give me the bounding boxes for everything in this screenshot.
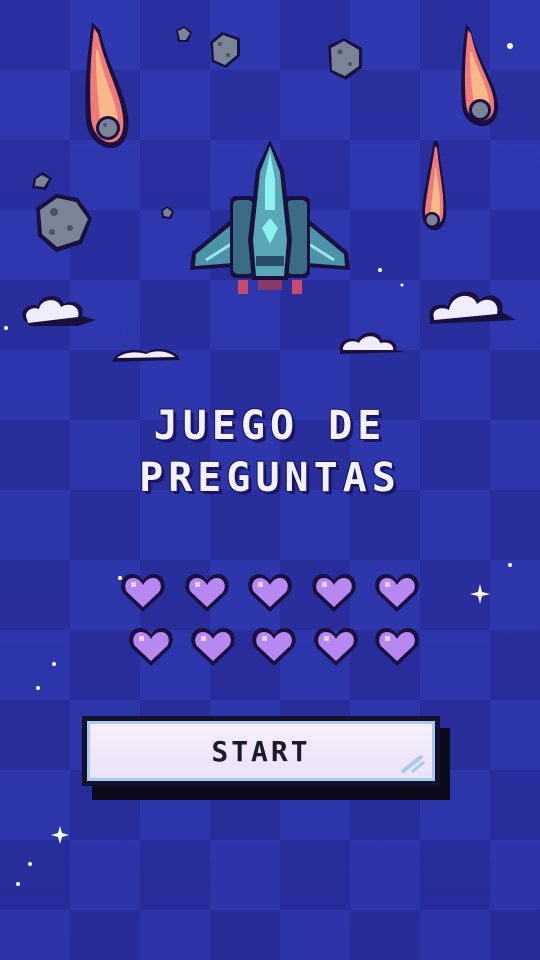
start-button[interactable]: START [82,716,440,786]
cloud-icon [429,291,516,324]
asteroid-icon [328,38,362,80]
heart-icon [313,628,358,666]
meteor-icon [85,22,129,149]
hearts-row-2 [120,626,420,670]
heart-icon [311,574,356,612]
cloud-icon [339,332,406,354]
asteroid-icon [161,206,174,219]
heart-icon [252,628,296,666]
title-line-1: JUEGO DE [153,403,387,449]
game-title: JUEGO DE PREGUNTAS [0,400,540,504]
star [52,662,56,666]
game-screen: JUEGO DE PREGUNTAS START [0,0,540,960]
lives-hearts [120,572,420,680]
heart-icon [248,574,292,612]
asteroid-icon [176,26,192,42]
asteroid-icon [210,32,240,68]
star [507,43,513,49]
heart-icon [190,628,235,666]
star [508,563,512,567]
heart-icon [184,574,229,612]
star [16,882,20,886]
start-button-label: START [211,734,311,768]
hearts-row-1 [120,572,420,616]
heart-icon [121,574,165,612]
spaceship-icon [190,140,350,294]
star [4,326,8,330]
shine-icon [400,754,425,774]
title-line-2: PREGUNTAS [139,455,401,501]
cloud-icon [22,295,96,326]
heart-icon [375,628,419,666]
star [378,268,382,272]
start-button-face[interactable]: START [87,721,435,781]
star [28,862,32,866]
meteor-icon [461,24,499,127]
heart-icon [375,574,419,612]
heart-icon [129,628,173,666]
meteor-icon [421,140,447,231]
asteroid-icon [36,194,92,252]
star [400,283,404,287]
star [36,686,40,690]
cloud-icon [112,349,180,362]
